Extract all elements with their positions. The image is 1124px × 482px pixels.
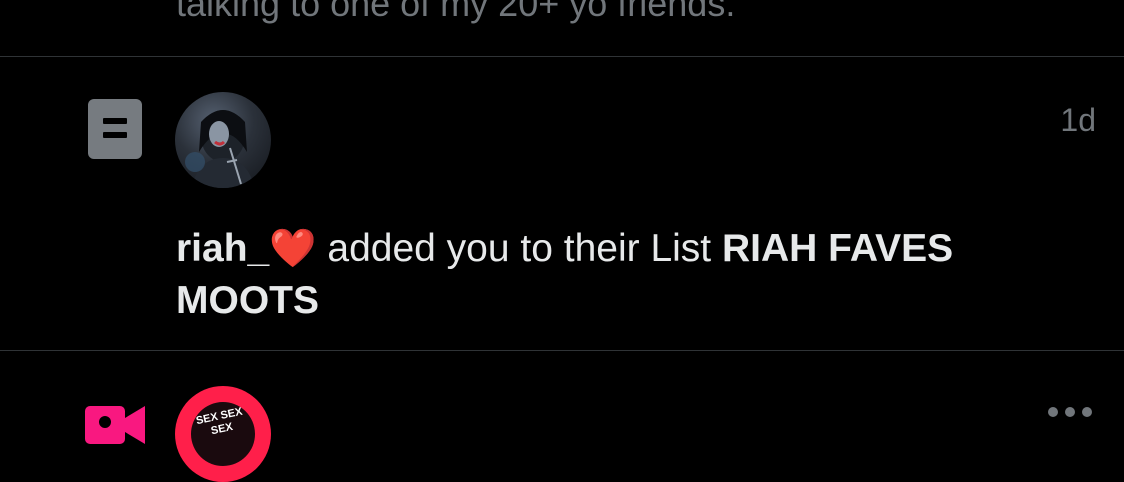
- previous-notification-text: talking to one of my 20+ yo friends.: [176, 0, 736, 24]
- list-icon: [88, 99, 142, 159]
- timestamp: 1d: [1060, 102, 1096, 138]
- video-camera-icon: [85, 406, 145, 444]
- divider: [0, 56, 1124, 57]
- username[interactable]: riah_: [176, 227, 269, 270]
- user-avatar[interactable]: SEX SEX SEX: [175, 386, 271, 482]
- heart-emoji: ❤️: [269, 226, 317, 270]
- divider: [0, 350, 1124, 351]
- more-horizontal-icon[interactable]: [1048, 406, 1092, 418]
- avatar-text: SEX SEX SEX: [185, 396, 261, 472]
- notification-action: added you to their List: [327, 227, 712, 270]
- notification-text: riah_❤️ added you to their List RIAH FAV…: [176, 222, 1076, 327]
- user-avatar[interactable]: [175, 92, 271, 188]
